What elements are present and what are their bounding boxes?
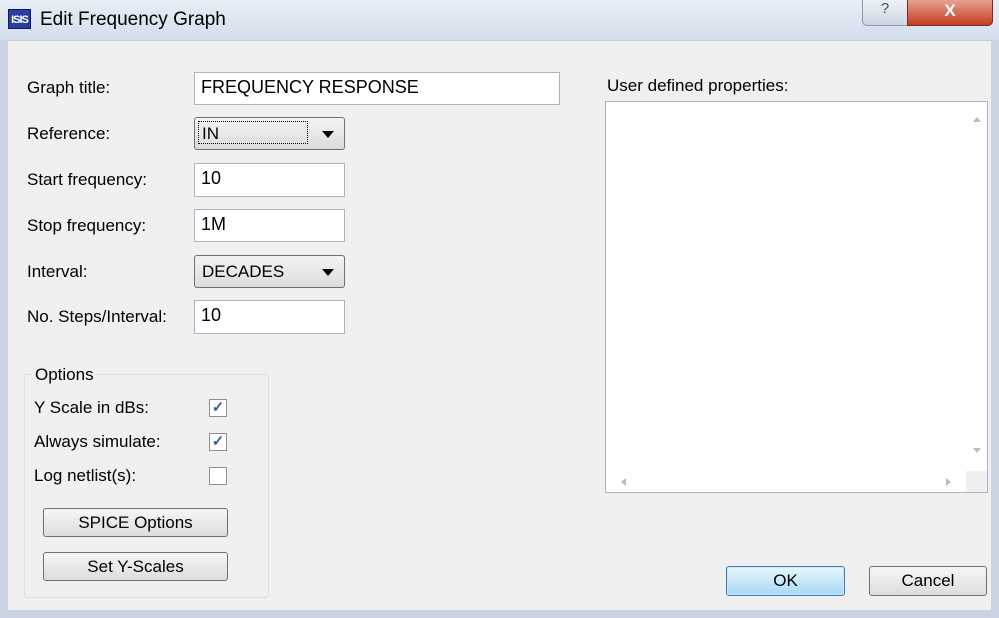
- stop-frequency-label: Stop frequency:: [27, 216, 147, 235]
- close-button[interactable]: X: [907, 0, 993, 26]
- always-simulate-checkbox[interactable]: ✓: [209, 433, 227, 451]
- log-netlists-label: Log netlist(s):: [34, 466, 137, 485]
- window-frame-bottom: [0, 610, 999, 618]
- cancel-button[interactable]: Cancel: [869, 566, 987, 596]
- y-scale-db-checkbox[interactable]: ✓: [209, 399, 227, 417]
- window-frame-right: [991, 40, 999, 618]
- horizontal-scrollbar[interactable]: [606, 471, 966, 492]
- always-simulate-label: Always simulate:: [34, 432, 161, 451]
- app-logo-icon: ISIS: [8, 9, 31, 29]
- reference-selected-value: IN: [202, 124, 219, 143]
- graph-title-label: Graph title:: [27, 78, 111, 97]
- steps-per-interval-label: No. Steps/Interval:: [27, 307, 167, 326]
- spice-options-button[interactable]: SPICE Options: [43, 508, 228, 537]
- scroll-right-arrow-icon[interactable]: [946, 478, 951, 486]
- chevron-down-icon: [322, 269, 334, 276]
- chevron-down-icon: [322, 131, 334, 138]
- user-defined-properties-textarea[interactable]: [605, 101, 988, 493]
- help-button[interactable]: ?: [862, 0, 908, 26]
- scrollbar-corner: [966, 471, 987, 492]
- reference-dropdown[interactable]: IN: [194, 117, 345, 150]
- start-frequency-label: Start frequency:: [27, 170, 148, 189]
- graph-title-input[interactable]: FREQUENCY RESPONSE: [194, 72, 560, 105]
- window-frame-left: [0, 40, 8, 618]
- steps-per-interval-input[interactable]: 10: [194, 300, 345, 334]
- scroll-up-arrow-icon[interactable]: [973, 117, 981, 122]
- y-scale-db-label: Y Scale in dBs:: [34, 398, 149, 417]
- start-frequency-input[interactable]: 10: [194, 163, 345, 197]
- log-netlists-checkbox[interactable]: [209, 467, 227, 485]
- window-title: Edit Frequency Graph: [40, 9, 226, 30]
- scroll-left-arrow-icon[interactable]: [621, 478, 626, 486]
- vertical-scrollbar[interactable]: [967, 102, 987, 472]
- scroll-down-arrow-icon[interactable]: [973, 448, 981, 453]
- interval-label: Interval:: [27, 262, 88, 281]
- checkmark-icon: ✓: [211, 399, 225, 416]
- user-defined-properties-label: User defined properties:: [607, 76, 789, 95]
- ok-button[interactable]: OK: [726, 566, 845, 596]
- reference-label: Reference:: [27, 124, 111, 143]
- options-group-label: Options: [32, 365, 97, 385]
- title-bar[interactable]: ISIS Edit Frequency Graph ? X: [0, 0, 999, 41]
- interval-dropdown[interactable]: DECADES: [194, 255, 345, 288]
- set-y-scales-button[interactable]: Set Y-Scales: [43, 552, 228, 581]
- checkmark-icon: ✓: [211, 433, 225, 450]
- stop-frequency-input[interactable]: 1M: [194, 209, 345, 242]
- interval-selected-value: DECADES: [202, 262, 285, 281]
